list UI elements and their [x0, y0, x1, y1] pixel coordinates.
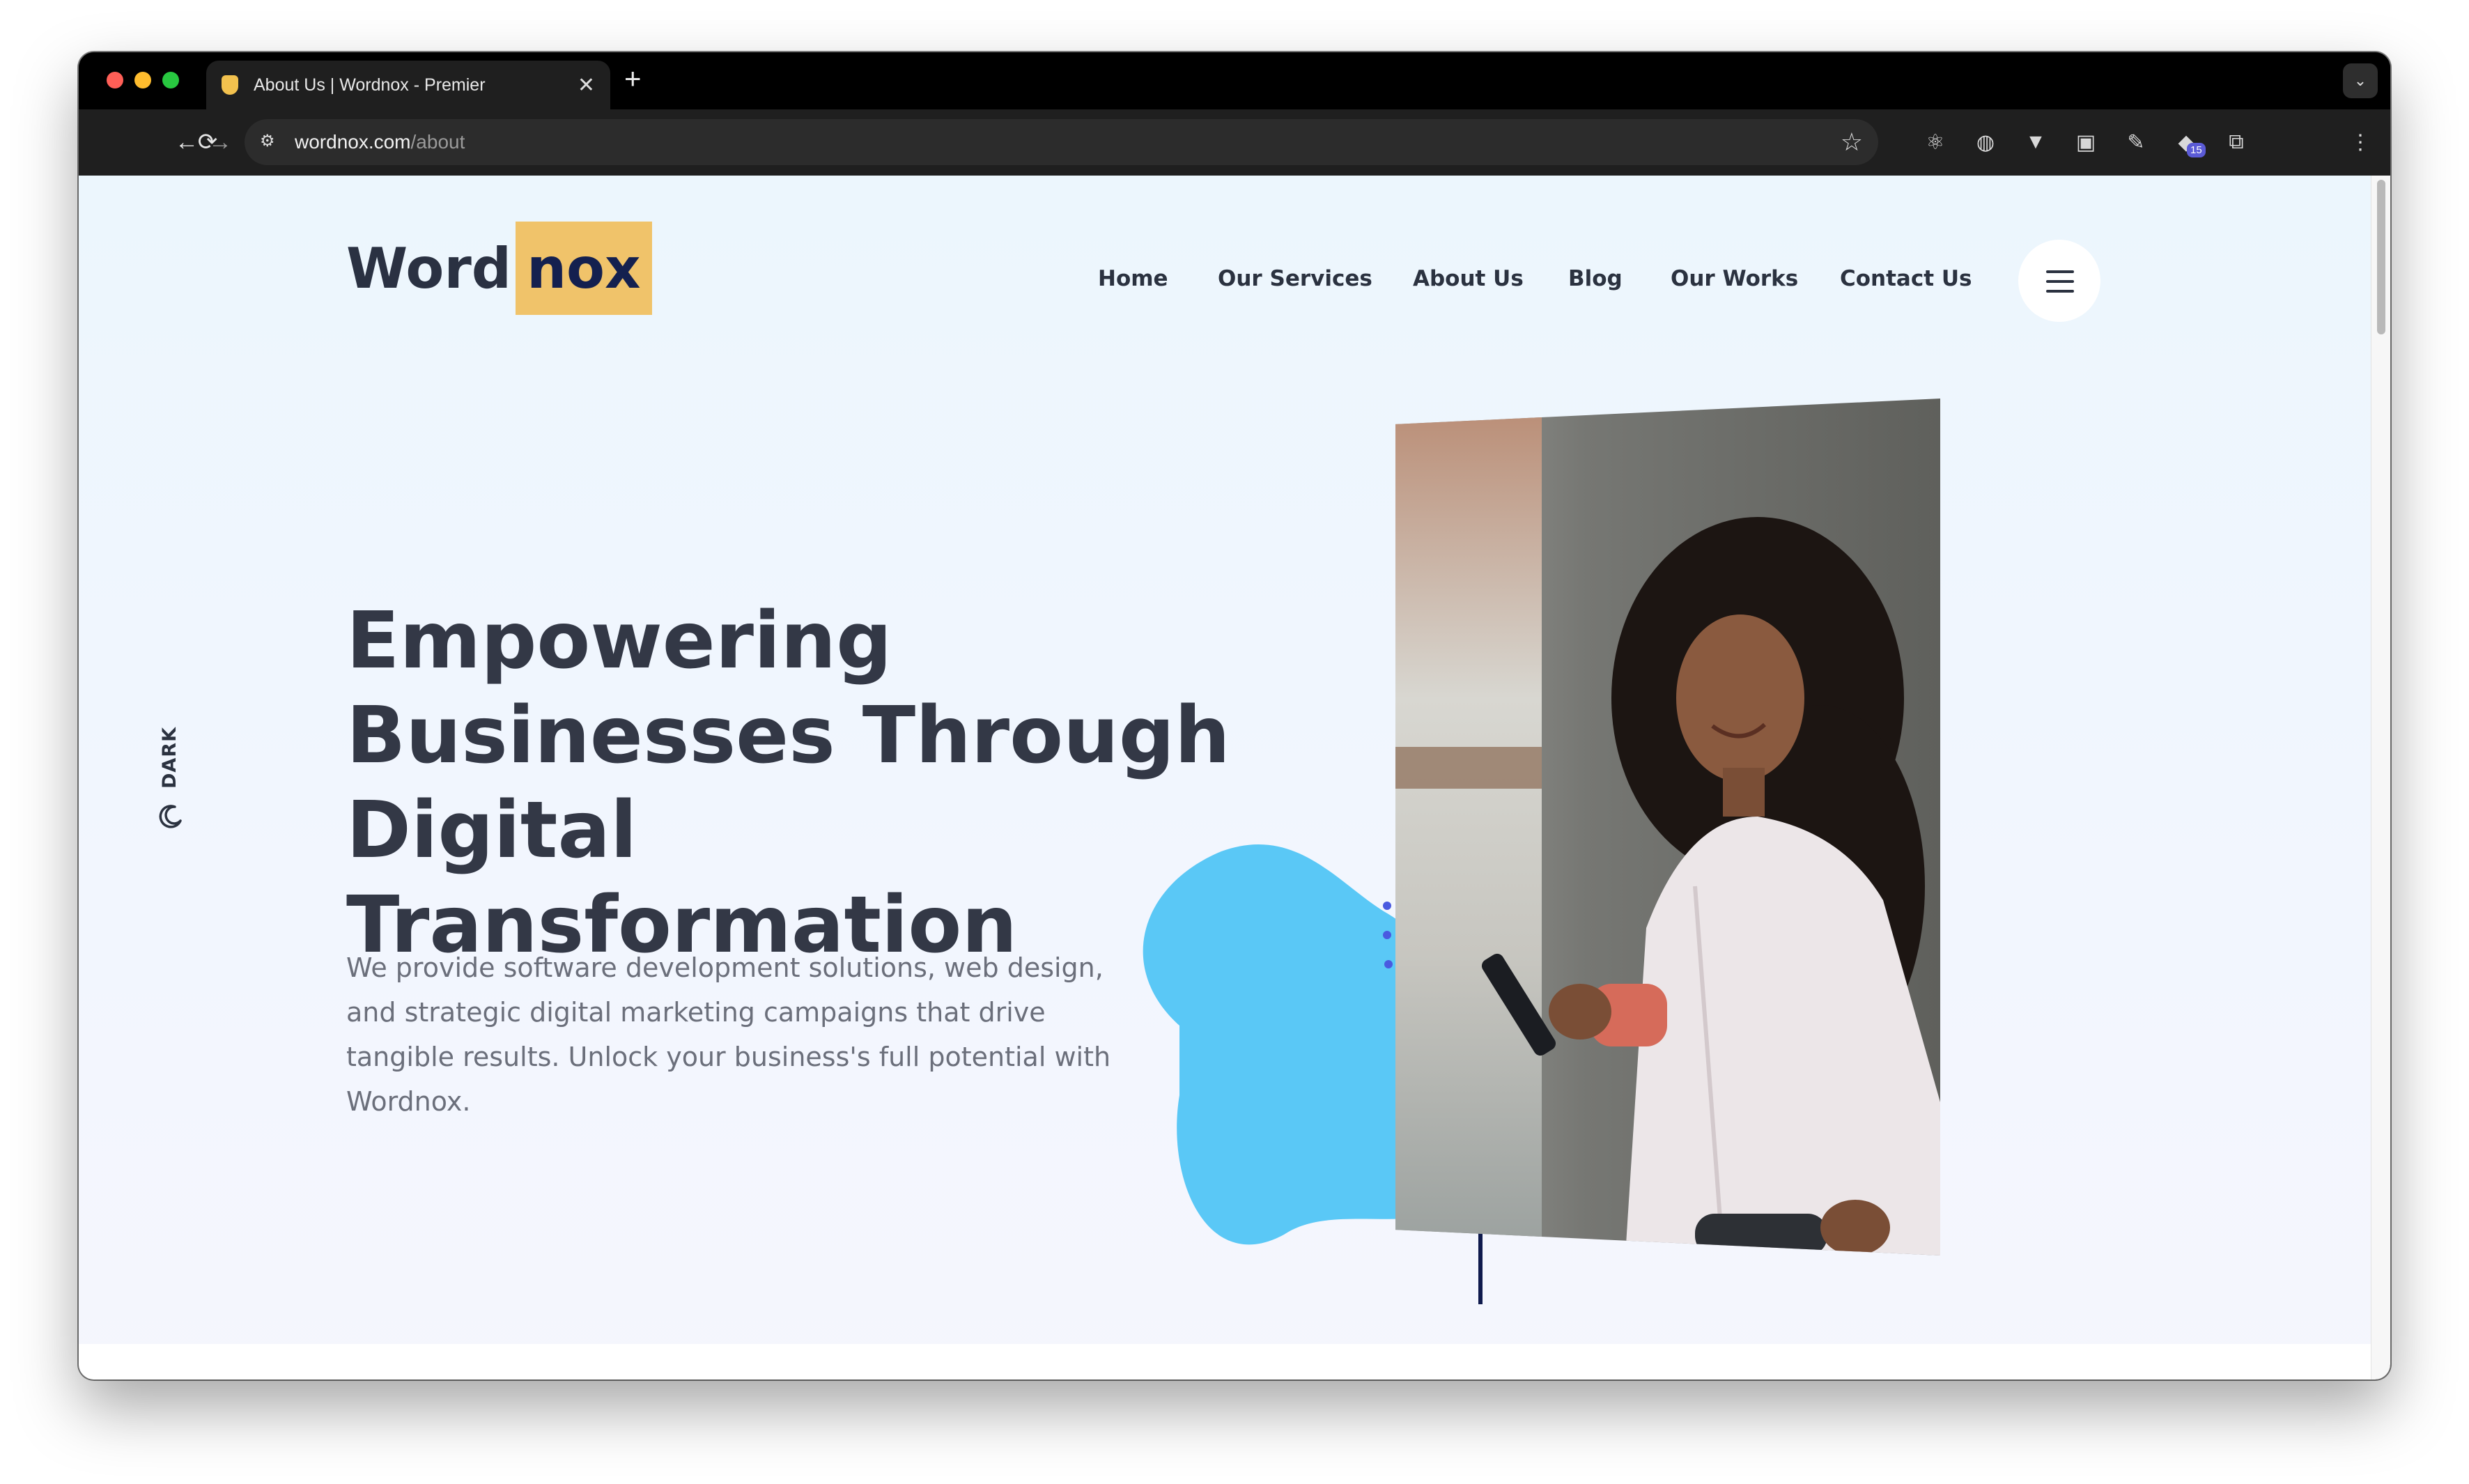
star-icon[interactable]: ☆ [1841, 127, 1863, 157]
extension-icon[interactable]: ◍ [1968, 125, 2003, 160]
vue-devtools-icon[interactable]: ▼ [2018, 125, 2053, 160]
logo-nox: nox [516, 222, 652, 315]
description-line: Wordnox. [346, 1086, 471, 1117]
description-line: We provide software development solution… [346, 952, 1104, 983]
nav-contact-us[interactable]: Contact Us [1840, 266, 1972, 291]
page-viewport: Word nox Home Our Services About Us Blog… [79, 176, 2371, 1379]
site-logo[interactable]: Word nox [346, 222, 652, 315]
tab-counter-icon[interactable]: ◆ 15 [2169, 125, 2206, 160]
site-info-icon[interactable]: ⚙ [260, 131, 282, 153]
minimize-window-button[interactable] [134, 72, 151, 88]
scrollbar-thumb[interactable] [2377, 180, 2385, 334]
description-line: and strategic digital marketing campaign… [346, 997, 1046, 1028]
address-bar[interactable]: ⚙ wordnox.com/about ☆ [245, 119, 1878, 165]
hamburger-icon[interactable] [2018, 240, 2100, 322]
tab-search-button[interactable]: ⌄ [2343, 63, 2378, 98]
dark-label: DARK [159, 726, 180, 789]
browser-menu-icon[interactable]: ⋮ [2343, 125, 2378, 160]
zoom-window-button[interactable] [162, 72, 179, 88]
next-section [79, 1344, 2371, 1379]
nav-blog[interactable]: Blog [1568, 266, 1623, 291]
react-devtools-icon[interactable]: ⚛ [1918, 125, 1953, 160]
reload-icon[interactable]: ⟳ [190, 125, 225, 160]
nav-about-us[interactable]: About Us [1413, 266, 1524, 291]
dark-mode-toggle[interactable]: DARK [155, 726, 197, 830]
url-host: wordnox.com [295, 131, 411, 153]
extension-badge: 15 [2187, 143, 2206, 157]
page-scrollbar[interactable] [2371, 176, 2390, 1379]
tab-title: About Us | Wordnox - Premier [254, 75, 486, 95]
close-window-button[interactable] [107, 72, 123, 88]
hero-photo [1395, 399, 1940, 1255]
url-path: /about [410, 131, 465, 153]
extensions-puzzle-icon[interactable]: ⧉ [2219, 125, 2254, 160]
hero-description: We provide software development solution… [346, 945, 1133, 1124]
favicon-icon [222, 75, 238, 95]
description-line: tangible results. Unlock your business's… [346, 1042, 1111, 1072]
new-tab-button[interactable]: + [624, 62, 642, 95]
moon-icon [159, 805, 182, 828]
browser-window: About Us | Wordnox - Premier ✕ + ⌄ ← → ⚙… [79, 52, 2390, 1379]
nav-home[interactable]: Home [1098, 266, 1168, 291]
nav-our-services[interactable]: Our Services [1218, 266, 1372, 291]
logo-word: Word [346, 235, 512, 301]
window-icon[interactable]: ▣ [2068, 125, 2103, 160]
browser-tab[interactable]: About Us | Wordnox - Premier ✕ [206, 61, 610, 109]
tab-strip: About Us | Wordnox - Premier ✕ + ⌄ [79, 52, 2390, 109]
color-picker-icon[interactable]: ✎ [2119, 125, 2153, 160]
nav-our-works[interactable]: Our Works [1671, 266, 1798, 291]
close-tab-icon[interactable]: ✕ [578, 73, 595, 98]
